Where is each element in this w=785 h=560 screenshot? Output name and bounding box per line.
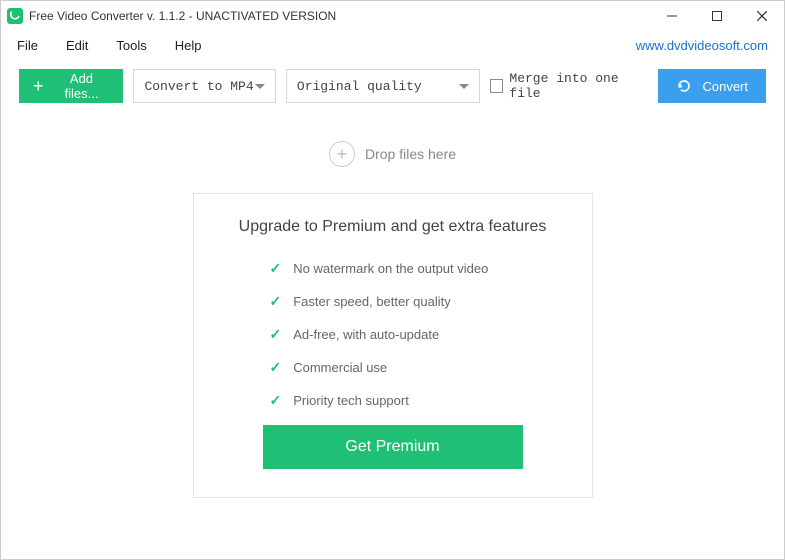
menu-tools[interactable]: Tools (116, 38, 146, 53)
convert-label: Convert (702, 79, 748, 94)
close-button[interactable] (739, 1, 784, 31)
premium-features-list: ✓ No watermark on the output video ✓ Fas… (222, 260, 564, 409)
merge-checkbox-wrap[interactable]: Merge into one file (490, 71, 648, 101)
toolbar: + Add files... Convert to MP4 Original q… (1, 59, 784, 113)
app-icon (7, 8, 23, 24)
maximize-button[interactable] (694, 1, 739, 31)
feature-text: No watermark on the output video (293, 261, 488, 276)
add-files-button[interactable]: + Add files... (19, 69, 123, 103)
menu-help[interactable]: Help (175, 38, 202, 53)
add-files-label: Add files... (54, 71, 110, 101)
feature-text: Ad-free, with auto-update (293, 327, 439, 342)
website-link[interactable]: www.dvdvideosoft.com (636, 38, 768, 53)
check-icon: ✓ (270, 260, 282, 277)
check-icon: ✓ (270, 293, 282, 310)
feature-item: ✓ Priority tech support (270, 392, 564, 409)
drop-plus-icon: + (329, 141, 355, 167)
feature-text: Faster speed, better quality (293, 294, 451, 309)
merge-label: Merge into one file (509, 71, 648, 101)
window-controls (649, 1, 784, 31)
quality-selected: Original quality (297, 79, 422, 94)
menu-file[interactable]: File (17, 38, 38, 53)
format-selected: Convert to MP4 (144, 79, 253, 94)
premium-card: Upgrade to Premium and get extra feature… (193, 193, 593, 498)
convert-button[interactable]: Convert (658, 69, 766, 103)
plus-icon: + (33, 77, 44, 95)
get-premium-button[interactable]: Get Premium (263, 425, 523, 469)
check-icon: ✓ (270, 326, 282, 343)
chevron-down-icon (255, 84, 265, 89)
feature-item: ✓ No watermark on the output video (270, 260, 564, 277)
minimize-button[interactable] (649, 1, 694, 31)
feature-item: ✓ Commercial use (270, 359, 564, 376)
feature-item: ✓ Ad-free, with auto-update (270, 326, 564, 343)
drop-files-area[interactable]: + Drop files here (1, 141, 784, 167)
feature-text: Priority tech support (293, 393, 409, 408)
menubar: File Edit Tools Help www.dvdvideosoft.co… (1, 31, 784, 59)
menu-edit[interactable]: Edit (66, 38, 88, 53)
premium-title: Upgrade to Premium and get extra feature… (222, 218, 564, 236)
check-icon: ✓ (270, 359, 282, 376)
window-title: Free Video Converter v. 1.1.2 - UNACTIVA… (29, 9, 336, 23)
feature-item: ✓ Faster speed, better quality (270, 293, 564, 310)
check-icon: ✓ (270, 392, 282, 409)
refresh-icon (676, 78, 692, 94)
quality-dropdown[interactable]: Original quality (286, 69, 480, 103)
drop-hint-label: Drop files here (365, 146, 456, 162)
merge-checkbox[interactable] (490, 79, 503, 93)
feature-text: Commercial use (293, 360, 387, 375)
format-dropdown[interactable]: Convert to MP4 (133, 69, 275, 103)
titlebar: Free Video Converter v. 1.1.2 - UNACTIVA… (1, 1, 784, 31)
chevron-down-icon (459, 84, 469, 89)
